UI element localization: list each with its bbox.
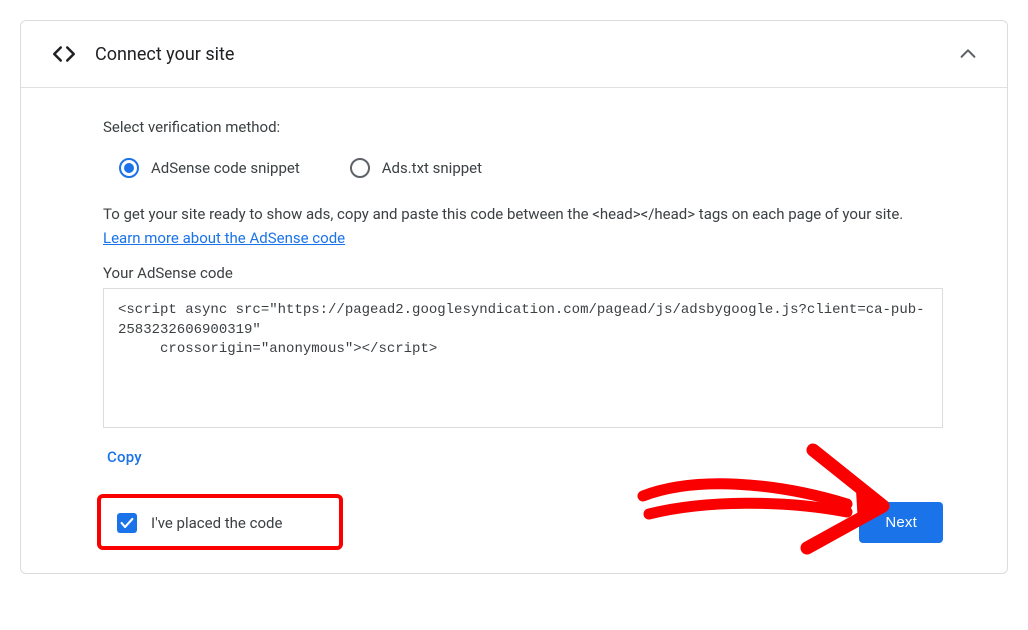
code-label: Your AdSense code bbox=[103, 264, 943, 282]
annotation-arrow bbox=[635, 434, 895, 564]
radio-icon bbox=[119, 158, 139, 178]
learn-more-link[interactable]: Learn more about the AdSense code bbox=[103, 229, 345, 247]
instruction-plain: To get your site ready to show ads, copy… bbox=[103, 205, 903, 223]
connect-site-card: Connect your site Select verification me… bbox=[20, 20, 1008, 574]
code-icon bbox=[51, 41, 77, 67]
card-body: Select verification method: AdSense code… bbox=[21, 88, 1007, 573]
radio-icon bbox=[350, 158, 370, 178]
next-button[interactable]: Next bbox=[859, 502, 943, 543]
card-title: Connect your site bbox=[95, 44, 935, 65]
verification-method-label: Select verification method: bbox=[103, 118, 943, 136]
placed-code-checkbox[interactable]: I've placed the code bbox=[103, 503, 296, 543]
radio-group: AdSense code snippet Ads.txt snippet bbox=[103, 158, 943, 178]
card-header[interactable]: Connect your site bbox=[21, 21, 1007, 88]
radio-label: AdSense code snippet bbox=[151, 159, 300, 177]
copy-button[interactable]: Copy bbox=[103, 438, 146, 476]
checkbox-checked-icon bbox=[117, 513, 137, 533]
radio-adstxt-snippet[interactable]: Ads.txt snippet bbox=[350, 158, 482, 178]
radio-adsense-snippet[interactable]: AdSense code snippet bbox=[119, 158, 300, 178]
chevron-up-icon[interactable] bbox=[953, 39, 983, 69]
adsense-code-box[interactable]: <script async src="https://pagead2.googl… bbox=[103, 288, 943, 428]
footer-row: I've placed the code Next bbox=[103, 502, 943, 543]
instruction-text: To get your site ready to show ads, copy… bbox=[103, 202, 943, 250]
checkbox-label: I've placed the code bbox=[151, 514, 282, 532]
radio-label: Ads.txt snippet bbox=[382, 159, 482, 177]
